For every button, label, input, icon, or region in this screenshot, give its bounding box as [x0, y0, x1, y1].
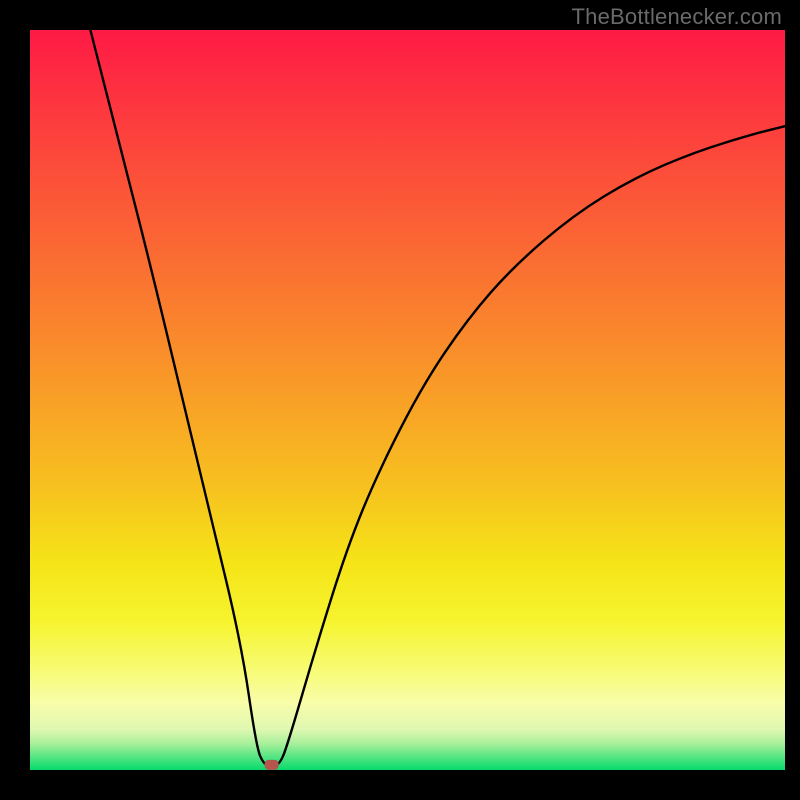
bottleneck-chart	[0, 0, 800, 800]
plot-background	[30, 30, 785, 770]
watermark-label: TheBottlenecker.com	[572, 4, 782, 30]
minimum-marker	[265, 760, 279, 770]
chart-stage: TheBottlenecker.com	[0, 0, 800, 800]
